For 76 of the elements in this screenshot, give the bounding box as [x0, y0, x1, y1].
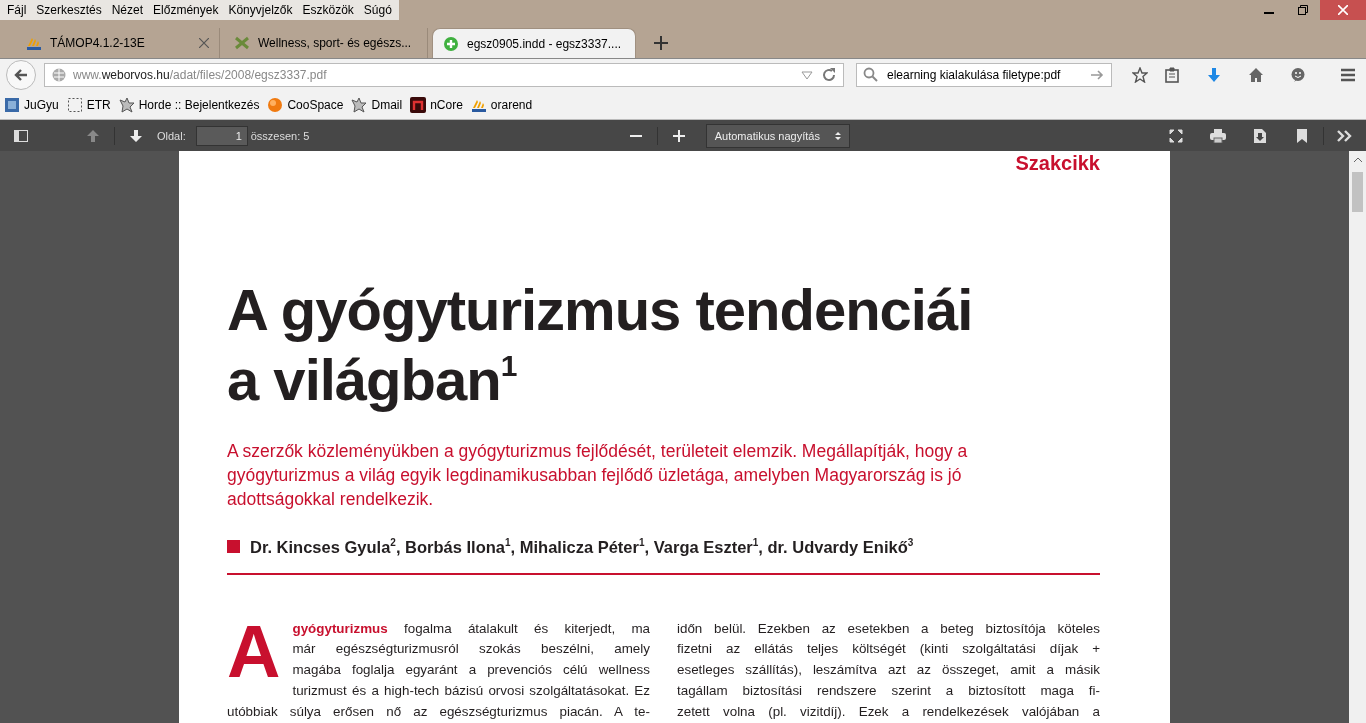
article-title: A gyógyturizmus tendenciái	[227, 276, 973, 344]
search-field[interactable]: elearning kialakulása filetype:pdf	[856, 63, 1112, 87]
scroll-up-icon[interactable]	[1353, 157, 1362, 162]
close-icon[interactable]	[199, 38, 209, 48]
menu-item[interactable]: Előzmények	[148, 3, 224, 17]
menu-item[interactable]: Szerkesztés	[31, 3, 107, 17]
star-icon[interactable]	[1132, 67, 1148, 83]
bookmark-item[interactable]: Dmail	[351, 97, 403, 113]
smiley-chat-icon[interactable]	[1290, 67, 1306, 83]
bookmark-item[interactable]: ETR	[66, 97, 111, 113]
author-list: Dr. Kincses Gyula$^{2}$, Borbás Ilona$^{1}$, Mihalicza Péter$^{1}$, Varga Eszter$^{1}$, dr. Udvardy Enikő$^{3}$	[250, 537, 914, 557]
dashed-square-icon	[66, 97, 83, 113]
body-text-line: gyógyturizmus fogalma átalakult és kiterjedt, ma	[291, 619, 650, 638]
cross-icon	[234, 35, 250, 51]
square-logo-icon	[4, 97, 20, 113]
body-text-line: esetleges szállítás), leszámítva azt az összeget, amit a másik	[677, 661, 1100, 680]
address-field[interactable]: www.weborvos.hu/adat/files/2008/egsz3337.pdf	[44, 63, 844, 87]
home-icon[interactable]	[1248, 67, 1264, 83]
back-arrow-icon	[13, 67, 29, 83]
globe-icon	[51, 67, 67, 83]
body-text-line: fizetni az ellátás teljes költségét (kinti szolgáltatási díjak +	[677, 640, 1100, 659]
ncore-logo-icon	[410, 97, 427, 113]
printer-icon[interactable]	[1210, 128, 1226, 143]
arrow-down-icon[interactable]	[129, 128, 143, 143]
menu-item[interactable]: Nézet	[106, 3, 149, 17]
article-title: a világban$^{1}$	[227, 346, 517, 414]
orb-icon	[267, 97, 284, 113]
clipboard-icon[interactable]	[1164, 67, 1180, 83]
zoom-out-icon[interactable]	[629, 134, 642, 137]
body-text-line: zetett volna (pl. vizitdíj). Ezek a rendelkezések valójában a	[677, 702, 1100, 721]
fullscreen-icon[interactable]	[1169, 128, 1183, 143]
bookmark-item[interactable]: orarend	[470, 97, 533, 113]
body-text-line: tagállam biztosítási rendszere szerint a biztosított maga fi-	[677, 681, 1100, 700]
new-tab-icon[interactable]	[654, 36, 668, 50]
search-icon	[863, 67, 879, 83]
body-text-line: már egészségturizmusról szokás beszélni, amely	[291, 640, 650, 659]
plus-circle-icon	[443, 35, 459, 52]
sidebar-toggle-icon[interactable]	[14, 129, 28, 142]
restore-icon[interactable]	[1298, 5, 1308, 15]
reload-icon[interactable]	[821, 67, 837, 83]
updown-caret-icon	[834, 130, 841, 141]
zoom-in-icon[interactable]	[672, 129, 685, 142]
bookmark-item[interactable]: nCore	[410, 97, 463, 113]
scrollbar[interactable]	[1349, 151, 1366, 723]
article-lede: A szerzők közleményükben a gyógyturizmus fejlődését, területeit elemzik. Megállapítják, hogy a gyógyturizmus a világ egyik legdinamikusabban fejlődő üzletága, amelyben Magyarország is jó adottságokkal rendelkezik.	[227, 440, 969, 511]
browser-tab[interactable]: egsz0905.indd - egsz3337....	[432, 28, 636, 58]
double-chevron-icon[interactable]	[1337, 129, 1353, 142]
menu-item[interactable]: Eszközök	[297, 3, 359, 17]
file-download-icon[interactable]	[1254, 128, 1266, 143]
bookmark-item[interactable]: CooSpace	[267, 97, 344, 113]
body-text-line: utóbbiak súlya erősen nő az egészségturizmus piacán. A te-	[227, 702, 650, 721]
bookmark-item[interactable]: JuGyu	[4, 97, 59, 113]
download-icon[interactable]	[1206, 67, 1222, 83]
close-icon	[1338, 5, 1348, 15]
scrollbar-thumb[interactable]	[1352, 172, 1363, 212]
bookmark-icon[interactable]	[1297, 128, 1307, 143]
section-label: Szakcikk	[1014, 151, 1100, 175]
menu-item[interactable]: Fájl	[2, 3, 32, 17]
close-button[interactable]	[1320, 0, 1366, 20]
drop-cap: A	[227, 620, 281, 683]
body-text-line: magába foglalja egyaránt a prevenciós célú wellness	[291, 661, 650, 680]
zoom-select[interactable]: Automatikus nagyítás	[705, 123, 850, 148]
emblem-icon	[118, 97, 135, 113]
body-text-line: turizmust és a high-tech bázisú orvosi szolgáltatásokat. Ez	[291, 681, 650, 700]
bookmark-item[interactable]: Horde :: Bejelentkezés	[118, 97, 260, 113]
body-text-line: időn belül. Ezekben az esetekben a beteg biztosítója köteles	[677, 619, 1100, 638]
menu-icon[interactable]	[1340, 67, 1356, 83]
page-count: összesen: 5	[250, 129, 310, 142]
page-label: Oldal:	[157, 129, 186, 142]
page-number-field[interactable]: 1	[195, 125, 248, 146]
back-button[interactable]	[6, 60, 36, 90]
menu-item[interactable]: Súgó	[358, 3, 397, 17]
bullet-square-icon	[227, 540, 240, 554]
menu-item[interactable]: Könyvjelzők	[223, 3, 298, 17]
emblem-icon	[351, 97, 368, 113]
arrow-up-icon[interactable]	[86, 128, 100, 143]
